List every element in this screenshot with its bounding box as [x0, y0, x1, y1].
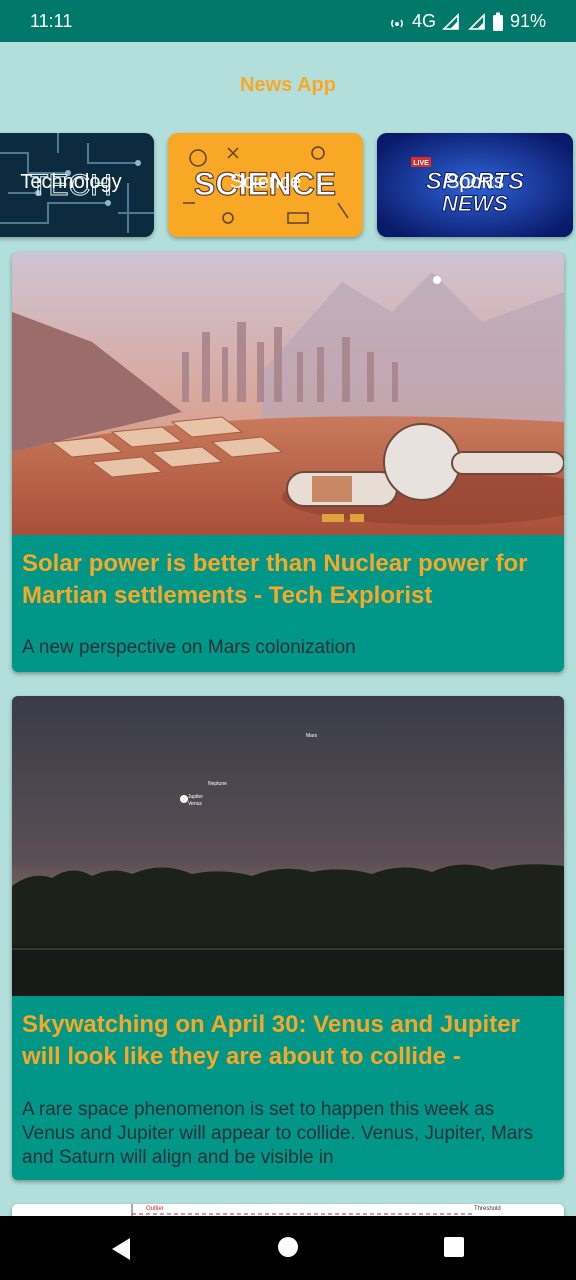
back-icon[interactable]	[110, 1236, 132, 1262]
sports-art-bottom: NEWS	[442, 191, 508, 216]
category-label: Sports	[446, 171, 504, 193]
status-time: 11:11	[30, 11, 73, 31]
recents-icon[interactable]	[443, 1236, 465, 1258]
category-science[interactable]: SCIENCE Science	[168, 133, 363, 237]
article-title: Solar power is better than Nuclear power…	[22, 550, 528, 609]
signal-icon	[442, 12, 459, 30]
battery-level: 91%	[509, 11, 546, 31]
news-card[interactable]: Solar power is better than Nuclear power…	[12, 252, 564, 672]
article-description: A rare space phenomenon is set to happen…	[22, 1099, 534, 1168]
live-badge: LIVE	[413, 160, 429, 167]
article-image-night-sky: Mars Neptune Jupiter Venus	[12, 696, 564, 996]
category-sports[interactable]: LIVE SPORTS NEWS Sports	[377, 133, 573, 237]
home-icon[interactable]	[277, 1236, 299, 1258]
app-bar: News App	[0, 42, 576, 128]
battery-icon	[492, 12, 503, 31]
network-type: 4G	[411, 11, 436, 31]
news-card[interactable]: Mars Neptune Jupiter Venus Skywatching o…	[12, 696, 564, 1180]
label-neptune: Neptune	[208, 781, 227, 787]
navigation-bar	[0, 1216, 576, 1280]
label-venus: Venus	[188, 801, 202, 807]
article-image-chart: Outlier Threshold	[12, 1204, 564, 1216]
chart-label-threshold: Threshold	[474, 1206, 501, 1212]
status-bar: 11:11 4G 91%	[0, 0, 576, 42]
app-title: News App	[240, 74, 336, 96]
category-technology[interactable]: TECH Technology	[0, 133, 154, 237]
label-mars: Mars	[306, 733, 318, 739]
label-jupiter: Jupiter	[188, 794, 203, 800]
chart-label-outlier: Outlier	[146, 1206, 164, 1212]
category-list[interactable]: TECH Technology SCIENCE Science LIVE SPO…	[0, 133, 576, 239]
article-title: Skywatching on April 30: Venus and Jupit…	[22, 1011, 520, 1070]
hotspot-icon	[391, 19, 403, 27]
article-image-mars	[12, 252, 564, 535]
article-description: A new perspective on Mars colonization	[22, 637, 356, 658]
signal-icon-2	[468, 12, 485, 30]
category-label: Technology	[20, 171, 122, 193]
status-icons: 4G 91%	[388, 11, 546, 32]
category-label: Science	[229, 171, 302, 193]
